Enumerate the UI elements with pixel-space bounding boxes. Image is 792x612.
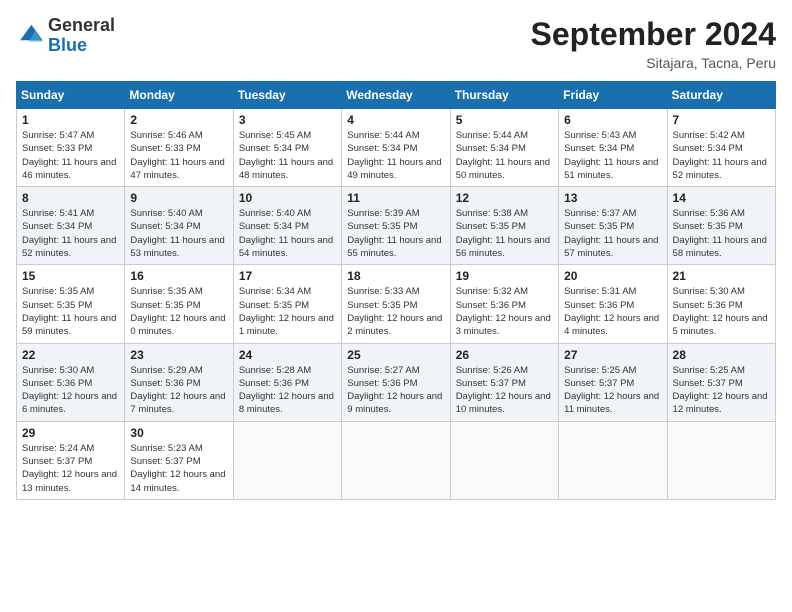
day-cell-2: 2 Sunrise: 5:46 AMSunset: 5:33 PMDayligh… [125, 109, 233, 187]
day-cell-23: 23 Sunrise: 5:29 AMSunset: 5:36 PMDaylig… [125, 343, 233, 421]
col-monday: Monday [125, 82, 233, 109]
col-sunday: Sunday [17, 82, 125, 109]
day-cell-26: 26 Sunrise: 5:26 AMSunset: 5:37 PMDaylig… [450, 343, 558, 421]
day-cell-5: 5 Sunrise: 5:44 AMSunset: 5:34 PMDayligh… [450, 109, 558, 187]
calendar-row-1: 1 Sunrise: 5:47 AMSunset: 5:33 PMDayligh… [17, 109, 776, 187]
day-cell-21: 21 Sunrise: 5:30 AMSunset: 5:36 PMDaylig… [667, 265, 775, 343]
day-cell-24: 24 Sunrise: 5:28 AMSunset: 5:36 PMDaylig… [233, 343, 341, 421]
day-cell-1: 1 Sunrise: 5:47 AMSunset: 5:33 PMDayligh… [17, 109, 125, 187]
day-cell-28: 28 Sunrise: 5:25 AMSunset: 5:37 PMDaylig… [667, 343, 775, 421]
day-cell-22: 22 Sunrise: 5:30 AMSunset: 5:36 PMDaylig… [17, 343, 125, 421]
day-cell-12: 12 Sunrise: 5:38 AMSunset: 5:35 PMDaylig… [450, 187, 558, 265]
day-cell-18: 18 Sunrise: 5:33 AMSunset: 5:35 PMDaylig… [342, 265, 450, 343]
day-cell-25: 25 Sunrise: 5:27 AMSunset: 5:36 PMDaylig… [342, 343, 450, 421]
day-cell-15: 15 Sunrise: 5:35 AMSunset: 5:35 PMDaylig… [17, 265, 125, 343]
title-block: September 2024 Sitajara, Tacna, Peru [531, 16, 776, 71]
day-cell-19: 19 Sunrise: 5:32 AMSunset: 5:36 PMDaylig… [450, 265, 558, 343]
day-cell-20: 20 Sunrise: 5:31 AMSunset: 5:36 PMDaylig… [559, 265, 667, 343]
month-title: September 2024 [531, 16, 776, 53]
col-tuesday: Tuesday [233, 82, 341, 109]
day-cell-11: 11 Sunrise: 5:39 AMSunset: 5:35 PMDaylig… [342, 187, 450, 265]
logo-blue-text: Blue [48, 35, 87, 55]
day-cell-14: 14 Sunrise: 5:36 AMSunset: 5:35 PMDaylig… [667, 187, 775, 265]
calendar-row-2: 8 Sunrise: 5:41 AMSunset: 5:34 PMDayligh… [17, 187, 776, 265]
calendar-row-3: 15 Sunrise: 5:35 AMSunset: 5:35 PMDaylig… [17, 265, 776, 343]
empty-cell-4 [559, 421, 667, 499]
logo: General Blue [16, 16, 115, 56]
day-cell-8: 8 Sunrise: 5:41 AMSunset: 5:34 PMDayligh… [17, 187, 125, 265]
empty-cell-3 [450, 421, 558, 499]
day-cell-3: 3 Sunrise: 5:45 AMSunset: 5:34 PMDayligh… [233, 109, 341, 187]
col-saturday: Saturday [667, 82, 775, 109]
logo-icon [16, 22, 44, 50]
day-cell-30: 30 Sunrise: 5:23 AMSunset: 5:37 PMDaylig… [125, 421, 233, 499]
day-cell-17: 17 Sunrise: 5:34 AMSunset: 5:35 PMDaylig… [233, 265, 341, 343]
day-cell-16: 16 Sunrise: 5:35 AMSunset: 5:35 PMDaylig… [125, 265, 233, 343]
day-cell-29: 29 Sunrise: 5:24 AMSunset: 5:37 PMDaylig… [17, 421, 125, 499]
empty-cell-2 [342, 421, 450, 499]
calendar-row-4: 22 Sunrise: 5:30 AMSunset: 5:36 PMDaylig… [17, 343, 776, 421]
calendar-row-5: 29 Sunrise: 5:24 AMSunset: 5:37 PMDaylig… [17, 421, 776, 499]
calendar-table: Sunday Monday Tuesday Wednesday Thursday… [16, 81, 776, 500]
empty-cell-1 [233, 421, 341, 499]
page-header: General Blue September 2024 Sitajara, Ta… [16, 16, 776, 71]
day-cell-10: 10 Sunrise: 5:40 AMSunset: 5:34 PMDaylig… [233, 187, 341, 265]
day-cell-27: 27 Sunrise: 5:25 AMSunset: 5:37 PMDaylig… [559, 343, 667, 421]
day-cell-4: 4 Sunrise: 5:44 AMSunset: 5:34 PMDayligh… [342, 109, 450, 187]
logo-general-text: General [48, 15, 115, 35]
day-cell-13: 13 Sunrise: 5:37 AMSunset: 5:35 PMDaylig… [559, 187, 667, 265]
location-text: Sitajara, Tacna, Peru [531, 55, 776, 71]
day-cell-7: 7 Sunrise: 5:42 AMSunset: 5:34 PMDayligh… [667, 109, 775, 187]
day-cell-9: 9 Sunrise: 5:40 AMSunset: 5:34 PMDayligh… [125, 187, 233, 265]
col-wednesday: Wednesday [342, 82, 450, 109]
calendar-header-row: Sunday Monday Tuesday Wednesday Thursday… [17, 82, 776, 109]
col-thursday: Thursday [450, 82, 558, 109]
col-friday: Friday [559, 82, 667, 109]
empty-cell-5 [667, 421, 775, 499]
day-cell-6: 6 Sunrise: 5:43 AMSunset: 5:34 PMDayligh… [559, 109, 667, 187]
